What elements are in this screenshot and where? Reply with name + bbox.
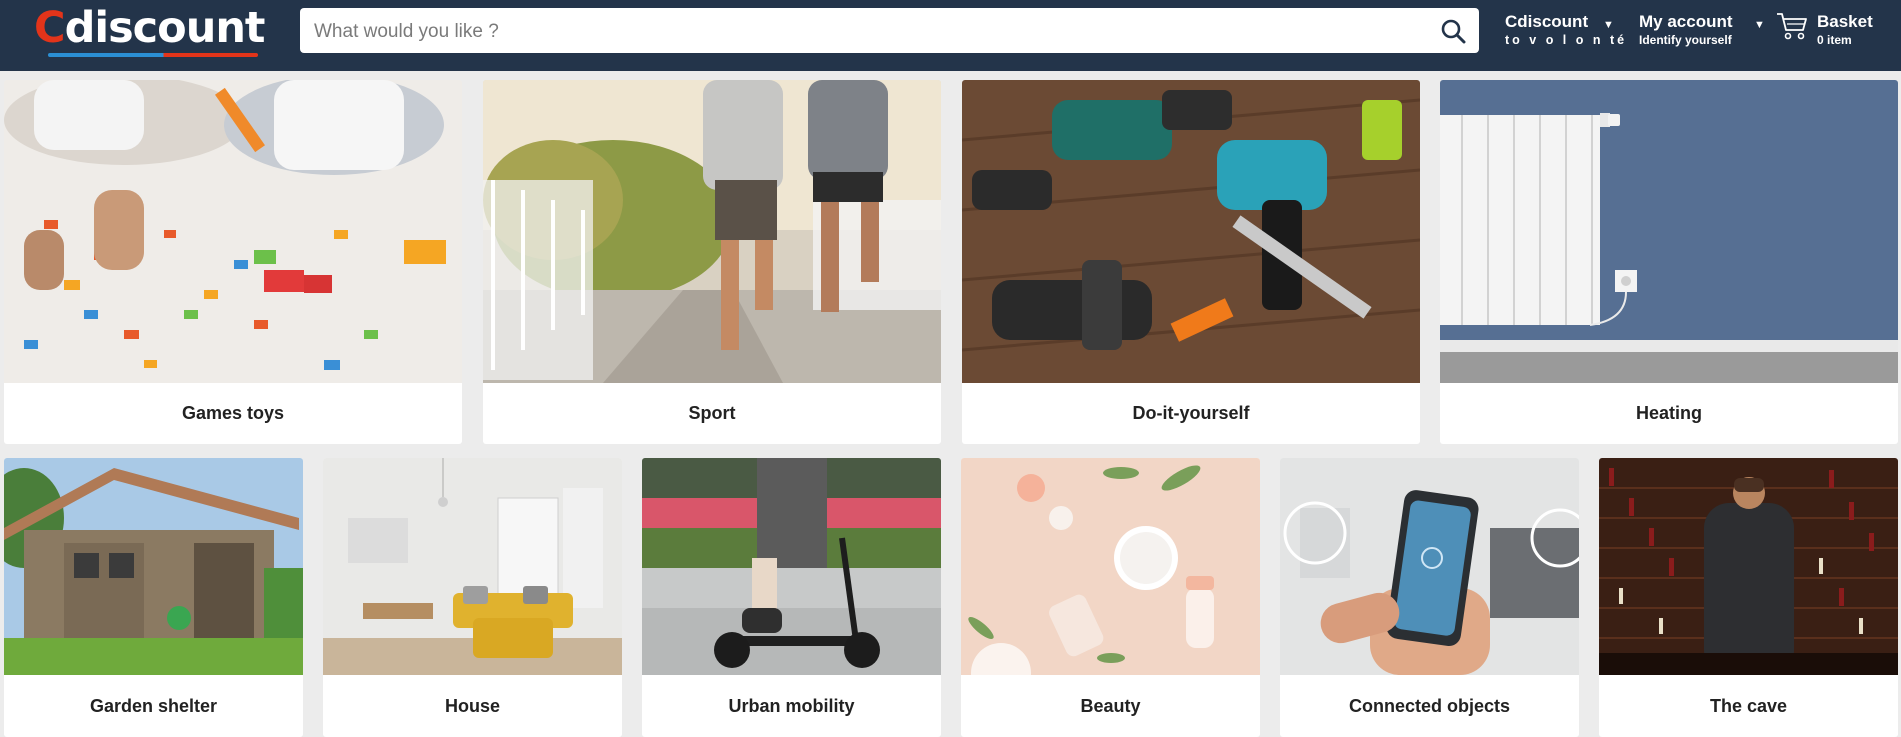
- category-label: Do-it-yourself: [1132, 403, 1250, 423]
- category-tile-games-toys[interactable]: Games toys: [4, 80, 462, 444]
- search-icon: [1441, 19, 1466, 44]
- runners-image: [483, 80, 941, 383]
- cart-icon[interactable]: [1775, 10, 1809, 42]
- category-label: Garden shelter: [89, 696, 218, 716]
- category-tile-garden-shelter[interactable]: Garden shelter: [4, 458, 303, 737]
- logo-text: Cdiscount: [34, 3, 265, 53]
- cdiscount-logo[interactable]: Cdiscount: [34, 3, 265, 61]
- electric-scooter-image: [642, 458, 941, 675]
- cdiscount-volonte-subtitle: to v o l o n té: [1505, 33, 1628, 47]
- category-tile-urban-mobility[interactable]: Urban mobility: [642, 458, 941, 737]
- chevron-down-icon[interactable]: ▼: [1603, 19, 1614, 31]
- garden-shed-image: [4, 458, 303, 675]
- category-tile-do-it-yourself[interactable]: Do-it-yourself: [962, 80, 1420, 444]
- logo-underline: [48, 53, 258, 57]
- basket-title: Basket: [1817, 12, 1873, 31]
- category-tile-house[interactable]: House: [323, 458, 622, 737]
- category-label: The cave: [1709, 696, 1788, 716]
- smart-home-phone-image: [1280, 458, 1579, 675]
- category-tile-beauty[interactable]: Beauty: [961, 458, 1260, 737]
- category-label: Games toys: [181, 403, 285, 423]
- category-tile-sport[interactable]: Sport: [483, 80, 941, 444]
- my-account-menu[interactable]: My account Identify yourself: [1639, 12, 1733, 48]
- search-bar: [300, 8, 1479, 55]
- cosmetics-image: [961, 458, 1260, 675]
- search-button[interactable]: [1437, 15, 1469, 47]
- living-room-image: [323, 458, 622, 675]
- category-label: Connected objects: [1348, 696, 1511, 716]
- my-account-subtitle: Identify yourself: [1639, 33, 1732, 47]
- category-label: Sport: [688, 403, 736, 423]
- top-header: Cdiscount Cdiscount to v o l o n té ▼ My…: [0, 0, 1901, 71]
- search-input[interactable]: [312, 8, 1416, 55]
- power-tools-image: [962, 80, 1420, 383]
- wine-cellar-image: [1599, 458, 1898, 675]
- basket-count: 0 item: [1817, 33, 1852, 47]
- basket-link[interactable]: Basket 0 item: [1817, 12, 1873, 48]
- category-label: Heating: [1635, 403, 1702, 423]
- category-tile-heating[interactable]: Heating: [1440, 80, 1898, 444]
- category-label: House: [444, 696, 500, 716]
- lego-bricks-image: [4, 80, 462, 383]
- category-label: Beauty: [1080, 696, 1141, 716]
- category-tile-the-cave[interactable]: The cave: [1599, 458, 1898, 737]
- my-account-title: My account: [1639, 12, 1733, 31]
- category-tile-connected-objects[interactable]: Connected objects: [1280, 458, 1579, 737]
- chevron-down-icon[interactable]: ▼: [1754, 19, 1765, 31]
- radiator-image: [1440, 80, 1898, 383]
- category-label: Urban mobility: [728, 696, 855, 716]
